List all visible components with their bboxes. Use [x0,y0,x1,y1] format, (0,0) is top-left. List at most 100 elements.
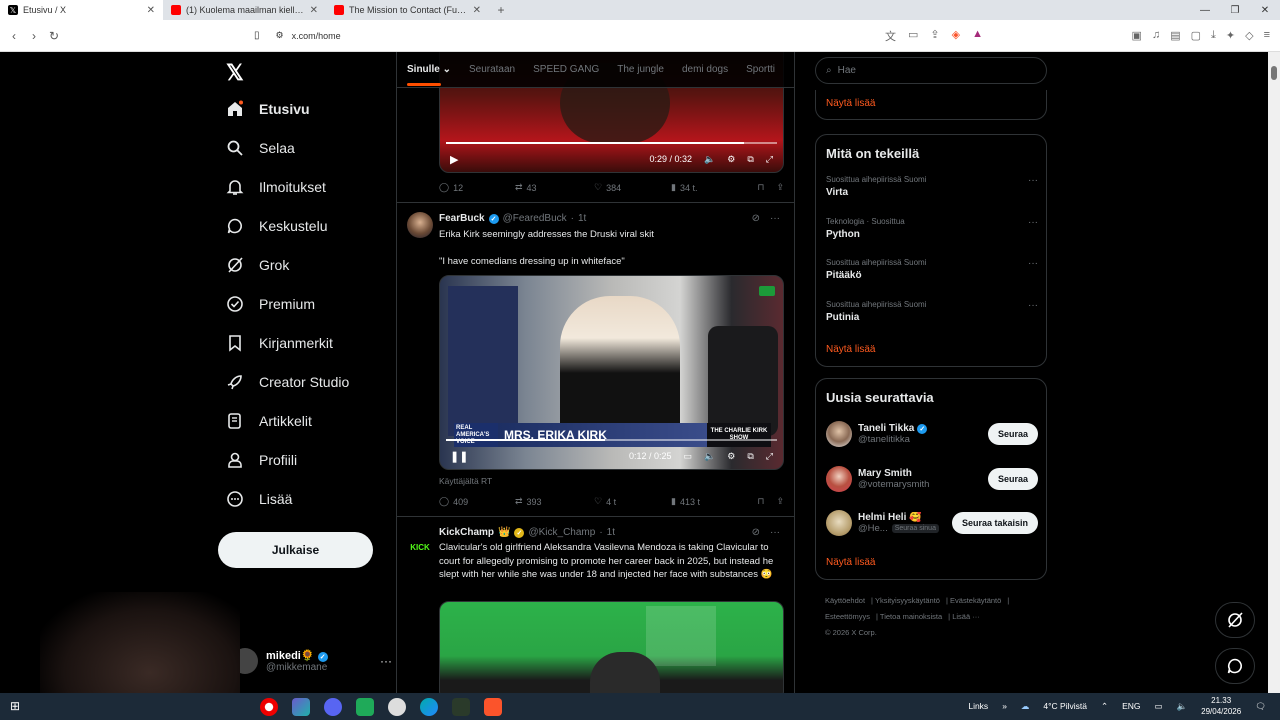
cast-icon[interactable]: ▭ [908,28,918,44]
volume-icon[interactable]: 🔈 [704,451,715,462]
x-logo-icon[interactable]: 𝕏 [226,60,244,86]
bookmark-page-icon[interactable]: ▯ [254,30,260,41]
author-name[interactable]: KickChamp [439,527,494,538]
follow-back-button[interactable]: Seuraa takaisin [951,512,1038,534]
post-button[interactable]: Julkaise [218,532,373,568]
more-options-icon[interactable]: ··· [770,527,780,538]
links-toolbar[interactable]: Links [968,701,988,711]
reload-icon[interactable]: ↻ [44,29,64,43]
show-more-link[interactable]: Näytä lisää [826,557,875,568]
leo-icon[interactable]: ✦ [1226,29,1235,42]
trend-item[interactable]: Teknologia · Suosittua Python ··· [826,217,1038,240]
maximize-icon[interactable]: ❐ [1220,0,1250,20]
tab-for-you[interactable]: Sinulle ⌄ [407,64,451,86]
nav-item-home[interactable]: Etusivu [226,100,310,118]
follow-suggestion[interactable]: Helmi Heli 🥰 @He... Seuraa sinua Seuraa ta… [826,508,1038,538]
views-button[interactable]: ▮ 413 t [671,496,755,507]
reply-button[interactable]: ◯ 12 [439,182,515,193]
discord-icon[interactable] [324,698,342,716]
media-player-icon[interactable] [452,698,470,716]
nav-item-grok[interactable]: Grok [226,256,289,274]
brave-shield-icon[interactable]: ◈ [952,28,960,44]
video-player[interactable]: REAL AMERICA'S VOICE MRS. ERIKA KIRK THE… [439,275,784,470]
picture-in-picture-icon[interactable]: ⧉ [747,154,753,165]
clock[interactable]: 21.33 29/04/2026 [1201,695,1241,717]
more-options-icon[interactable]: ··· [770,213,780,224]
forward-icon[interactable]: › [24,29,44,43]
avatar[interactable]: KICK [407,526,433,552]
sidebar-toggle-icon[interactable]: ▣ [1132,29,1142,42]
tab-demi-dogs[interactable]: demi dogs [682,64,728,75]
new-tab-button[interactable]: + [489,0,513,20]
share-icon[interactable]: ⇪ [776,182,784,193]
footer-link[interactable]: Evästekäytäntö [950,596,1001,605]
url-field[interactable]: x.com/home [292,31,341,41]
close-tab-icon[interactable]: ✕ [310,5,318,16]
search-input[interactable]: ⌕ Hae [815,57,1047,84]
close-tab-icon[interactable]: ✕ [147,5,155,16]
like-button[interactable]: ♡ 4 t [594,496,671,507]
more-options-icon[interactable]: ··· [1028,217,1038,228]
footer-link[interactable]: Käyttöehdot [825,596,865,605]
reply-button[interactable]: ◯ 409 [439,496,515,507]
footer-link[interactable]: Tietoa mainoksista [880,612,942,621]
footer-link[interactable]: Lisää ··· [952,612,980,621]
site-settings-icon[interactable]: ⚙ [276,30,284,41]
more-options-icon[interactable]: ··· [1028,300,1038,311]
follow-button[interactable]: Seuraa [987,423,1038,445]
grok-icon[interactable]: ⊘ [752,213,760,224]
more-options-icon[interactable]: ··· [1028,258,1038,269]
repost-button[interactable]: ⇄ 43 [515,182,594,193]
tab-sports[interactable]: Sportti [746,64,775,75]
share-icon[interactable]: ⇪ [776,496,784,507]
repost-attribution[interactable]: Käyttäjältä RT [439,475,787,489]
tab-the-jungle[interactable]: The jungle [617,64,664,75]
language[interactable]: ENG [1122,701,1140,711]
browser-tab-youtube-1[interactable]: (1) Kuolema maailman kielletyin ✕ [163,0,326,20]
author-name[interactable]: FearBuck [439,213,485,224]
network-icon[interactable]: ▭ [1155,701,1163,712]
nav-item-explore[interactable]: Selaa [226,139,295,157]
chevron-icon[interactable]: » [1002,701,1007,711]
account-switcher[interactable]: mikedi🌻 ✓ @mikkemane ··· [232,648,392,674]
trend-item[interactable]: Suosittua aihepiirissä Suomi Pitääkö ··· [826,258,1038,281]
app-icon[interactable] [388,698,406,716]
settings-icon[interactable]: ⚙ [727,154,735,165]
tab-following[interactable]: Seurataan [469,64,515,75]
download-icon[interactable]: ⤓ [1211,29,1216,42]
post-time[interactable]: 1t [578,213,586,224]
reader-icon[interactable]: ▤ [1170,29,1180,42]
settings-icon[interactable]: ⚙ [727,451,735,462]
picture-in-picture-icon[interactable]: ⧉ [747,451,753,462]
bookmark-icon[interactable]: ⊓ [757,182,764,193]
fullscreen-icon[interactable]: ⤢ [766,154,773,165]
scrollbar-thumb[interactable] [1271,66,1277,80]
grok-icon[interactable]: ⊘ [752,527,760,538]
like-button[interactable]: ♡ 384 [594,182,671,193]
nav-item-premium[interactable]: Premium [226,295,315,313]
grok-floating-button[interactable] [1215,602,1255,638]
nav-item-profile[interactable]: Profiili [226,451,297,469]
follow-suggestion[interactable]: Taneli Tikka ✓ @tanelitikka Seuraa [826,419,1038,449]
tab-speed-gang[interactable]: SPEED GANG [533,64,599,75]
minimize-icon[interactable]: — [1190,0,1220,20]
nav-item-articles[interactable]: Artikkelit [226,412,312,430]
repost-button[interactable]: ⇄ 393 [515,496,594,507]
weather[interactable]: 4°C Pilvistä [1043,701,1087,711]
browser-tab-youtube-2[interactable]: The Mission to Contact (Full Episode ✕ [326,0,489,20]
notifications-icon[interactable]: 🗨 [1255,701,1266,712]
messages-floating-button[interactable] [1215,648,1255,684]
avatar[interactable] [407,212,433,238]
follow-button[interactable]: Seuraa [987,468,1038,490]
nav-item-chat[interactable]: Keskustelu [226,217,327,235]
windows-start-icon[interactable]: ⊞ [10,699,20,713]
volume-icon[interactable]: 🔈 [704,154,715,165]
nav-item-notifications[interactable]: Ilmoitukset [226,178,326,196]
show-more-link[interactable]: Näytä lisää [826,98,875,109]
play-icon[interactable]: ▶ [450,153,458,166]
trend-item[interactable]: Suosittua aihepiirissä Suomi Virta ··· [826,175,1038,198]
brave-rewards-icon[interactable]: ▲ [972,28,983,44]
views-button[interactable]: ▮ 34 t. [671,182,755,193]
footer-link[interactable]: Yksityisyyskäytäntö [875,596,940,605]
author-handle[interactable]: @Kick_Champ [528,527,595,538]
